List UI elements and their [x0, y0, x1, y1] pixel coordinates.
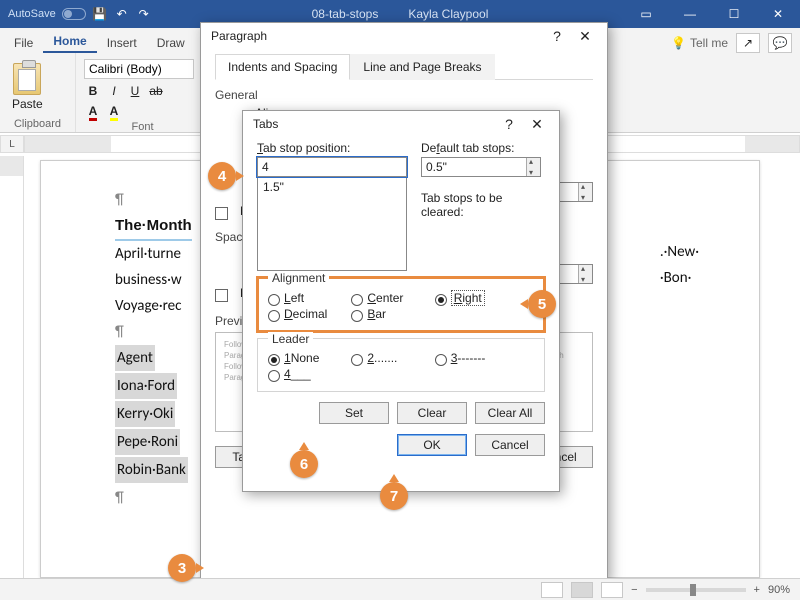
list-item[interactable]: 1.5"	[263, 180, 401, 194]
share-button[interactable]: ↗	[736, 33, 760, 53]
tabs-dialog-title[interactable]: Tabs ? ✕	[243, 111, 559, 137]
group-font: Font	[84, 121, 201, 135]
doc-name: 08-tab-stops	[312, 7, 379, 21]
strike-button[interactable]: ab	[147, 82, 165, 100]
tab-stop-position-label: TTab stop position:ab stop position:	[257, 141, 407, 155]
highlight-icon[interactable]: A	[105, 103, 123, 121]
body-line: ·Bon·	[660, 265, 699, 291]
help-icon[interactable]: ?	[543, 28, 571, 44]
mirror-checkbox[interactable]	[215, 207, 228, 220]
clipboard-icon	[13, 63, 41, 95]
zoom-slider[interactable]	[646, 588, 746, 592]
italic-button[interactable]: I	[105, 82, 123, 100]
underline-button[interactable]: U	[126, 82, 144, 100]
status-bar: − + 90%	[0, 578, 800, 600]
table-row: Kerry·Oki	[115, 401, 175, 427]
tab-draw[interactable]: Draw	[147, 32, 195, 53]
align-right-radio[interactable]: Right	[435, 290, 515, 306]
to-be-cleared-label: Tab stops to be cleared:	[421, 191, 545, 219]
default-tab-stops-label: Default tab stops:	[421, 141, 545, 155]
align-bar-radio[interactable]: Bar	[351, 307, 431, 321]
tab-stop-position-input[interactable]: 4	[257, 157, 407, 177]
read-mode-icon[interactable]	[541, 582, 563, 598]
web-layout-icon[interactable]	[601, 582, 623, 598]
body-line: .·New·	[660, 239, 699, 265]
autosave-toggle[interactable]	[62, 8, 86, 20]
align-center-radio[interactable]: Center	[351, 291, 431, 305]
table-row: Robin·Bank	[115, 457, 188, 483]
clear-all-button[interactable]: Clear All	[475, 402, 545, 424]
tab-file[interactable]: File	[4, 32, 43, 53]
dont-add-checkbox[interactable]	[215, 289, 228, 302]
tell-me[interactable]: 💡Tell me	[671, 36, 728, 50]
redo-icon[interactable]: ↷	[136, 6, 152, 22]
callout-3: 3	[168, 554, 196, 582]
tab-home[interactable]: Home	[43, 30, 96, 53]
save-icon[interactable]: 💾	[92, 6, 108, 22]
font-color-icon[interactable]: A	[84, 103, 102, 121]
print-layout-icon[interactable]	[571, 582, 593, 598]
ribbon-options-icon[interactable]: ▭	[624, 0, 668, 28]
tabs-dialog: Tabs ? ✕ TTab stop position:ab stop posi…	[242, 110, 560, 492]
set-button[interactable]: Set	[319, 402, 389, 424]
paragraph-dialog-title[interactable]: Paragraph ? ✕	[201, 23, 607, 49]
comments-button[interactable]: 💬	[768, 33, 792, 53]
callout-4: 4	[208, 162, 236, 190]
help-icon[interactable]: ?	[495, 116, 523, 132]
callout-5: 5	[528, 290, 556, 318]
table-row: Agent	[115, 345, 155, 371]
tab-stop-list[interactable]: 1.5"	[257, 177, 407, 271]
bold-button[interactable]: B	[84, 82, 102, 100]
qat: AutoSave 💾 ↶ ↷	[0, 6, 152, 22]
tab-insert[interactable]: Insert	[97, 32, 147, 53]
minimize-icon[interactable]: —	[668, 0, 712, 28]
leader-underline-radio[interactable]: 4 ___	[268, 367, 348, 381]
tabs-ok-button[interactable]: OK	[397, 434, 467, 456]
tab-line-breaks[interactable]: Line and Page Breaks	[350, 54, 494, 80]
close-icon[interactable]: ✕	[756, 0, 800, 28]
paste-button[interactable]: Paste	[8, 61, 47, 113]
close-icon[interactable]: ✕	[571, 28, 599, 45]
font-name-combo[interactable]	[84, 59, 194, 79]
title-center: 08-tab-stops Kayla Claypool	[312, 7, 489, 21]
bulb-icon: 💡	[671, 36, 686, 50]
zoom-in-icon[interactable]: +	[754, 584, 760, 596]
clear-button[interactable]: Clear	[397, 402, 467, 424]
leader-dots-radio[interactable]: 2 .......	[351, 351, 431, 365]
tab-selector[interactable]: L	[0, 135, 24, 153]
tabs-cancel-button[interactable]: Cancel	[475, 434, 545, 456]
table-row: Pepe·Roni	[115, 429, 180, 455]
table-row: Iona·Ford	[115, 373, 177, 399]
window-controls: ▭ — ☐ ✕	[624, 0, 800, 28]
vertical-ruler[interactable]	[0, 156, 24, 578]
callout-6: 6	[290, 450, 318, 478]
general-label: General	[215, 88, 593, 102]
tab-indents-spacing[interactable]: Indents and Spacing	[215, 54, 350, 80]
leader-group: Leader 1 None 2 ....... 3 ------- 4 ___	[257, 338, 545, 392]
align-decimal-radio[interactable]: Decimal	[268, 307, 348, 321]
autosave-label: AutoSave	[8, 8, 56, 20]
leader-none-radio[interactable]: 1 None	[268, 351, 348, 365]
leader-dash-radio[interactable]: 3 -------	[435, 351, 515, 365]
align-left-radio[interactable]: Left	[268, 291, 348, 305]
close-icon[interactable]: ✕	[523, 116, 551, 133]
undo-icon[interactable]: ↶	[114, 6, 130, 22]
user-name: Kayla Claypool	[408, 7, 488, 21]
alignment-group: Alignment Left Center Right Decimal Bar	[257, 277, 545, 332]
zoom-value[interactable]: 90%	[768, 584, 790, 596]
default-tab-stops-input[interactable]: 0.5"	[421, 157, 541, 177]
maximize-icon[interactable]: ☐	[712, 0, 756, 28]
zoom-out-icon[interactable]: −	[631, 584, 637, 596]
group-clipboard: Clipboard	[8, 118, 67, 132]
callout-7: 7	[380, 482, 408, 510]
